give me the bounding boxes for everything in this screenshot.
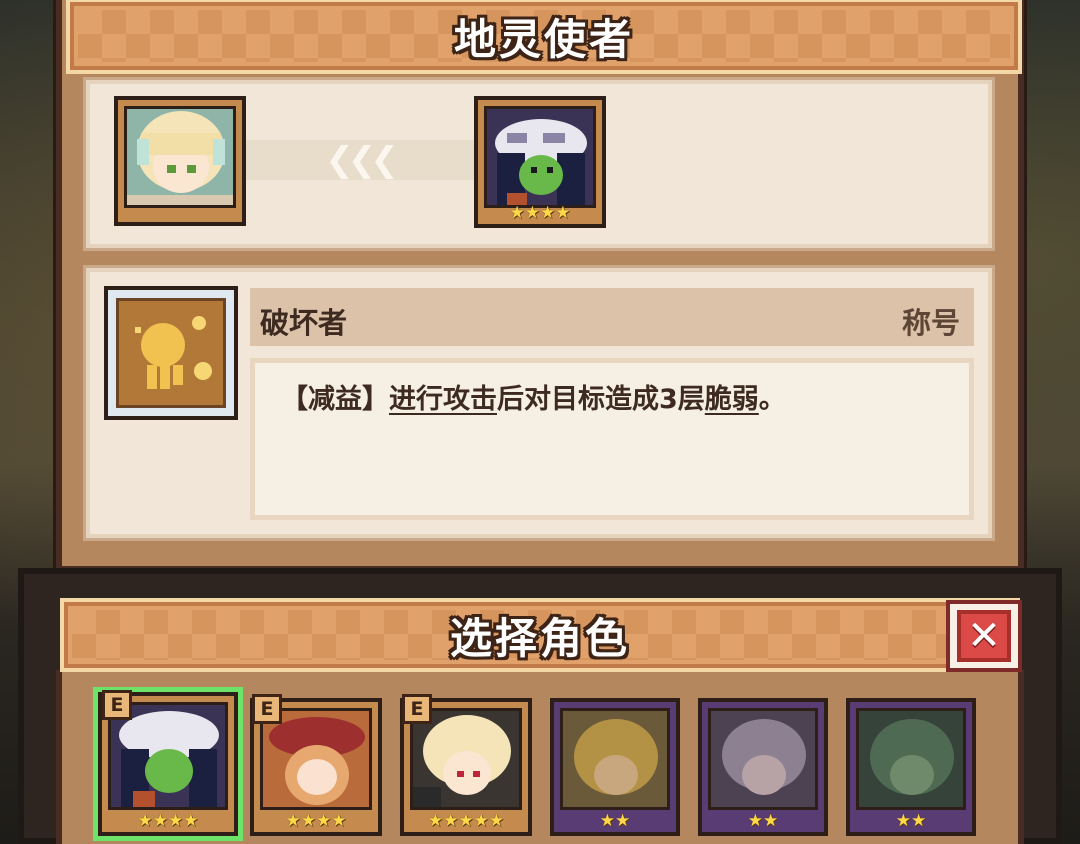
desc-suffix: 。 — [758, 384, 786, 415]
select-banner: 选择角色 — [60, 598, 1020, 672]
keyword-fragile-link[interactable]: 脆弱 — [705, 384, 759, 415]
desc-prefix: 【减益】 — [281, 384, 389, 415]
e-badge: E — [402, 694, 432, 724]
character-stars: ★★ — [895, 810, 927, 831]
character-stars: ★★★★★ — [427, 810, 505, 831]
header-banner: 地灵使者 — [66, 0, 1022, 74]
target-portrait[interactable]: ★★★★ — [474, 96, 606, 228]
page-title: 地灵使者 — [453, 14, 634, 64]
trait-description: 【减益】进行攻击后对目标造成3层脆弱。 — [281, 377, 786, 416]
keyword-attack-link[interactable]: 进行攻击 — [389, 384, 497, 415]
source-portrait[interactable] — [114, 96, 246, 226]
trait-tag: 称号 — [901, 306, 960, 340]
trait-badge[interactable] — [104, 286, 238, 420]
character-stars: ★★★★ — [137, 810, 199, 831]
character-stars: ★★ — [747, 810, 779, 831]
select-title: 选择角色 — [449, 613, 630, 663]
close-button[interactable]: ✕ — [946, 600, 1022, 672]
left-arrows-icon: ❮❮❮ — [325, 140, 399, 180]
source-stars — [118, 200, 242, 222]
character-stars: ★★ — [599, 810, 631, 831]
close-icon: ✕ — [957, 610, 1011, 662]
e-badge: E — [252, 694, 282, 724]
e-badge: E — [102, 690, 132, 720]
character-slot-5[interactable]: ★★ — [698, 698, 828, 836]
character-slot-4[interactable]: ★★ — [550, 698, 680, 836]
trait-name-bar: 破坏者 称号 — [250, 288, 974, 346]
target-stars: ★★★★ — [509, 202, 571, 223]
burst-fist-icon — [135, 316, 212, 389]
trait-name: 破坏者 — [260, 306, 348, 340]
transfer-arrow: ❮❮❮ — [244, 140, 474, 180]
character-stars: ★★★★ — [285, 810, 347, 831]
trait-description-box: 【减益】进行攻击后对目标造成3层脆弱。 — [250, 358, 974, 520]
character-slot-6[interactable]: ★★ — [846, 698, 976, 836]
desc-mid: 后对目标造成3层 — [497, 384, 705, 415]
